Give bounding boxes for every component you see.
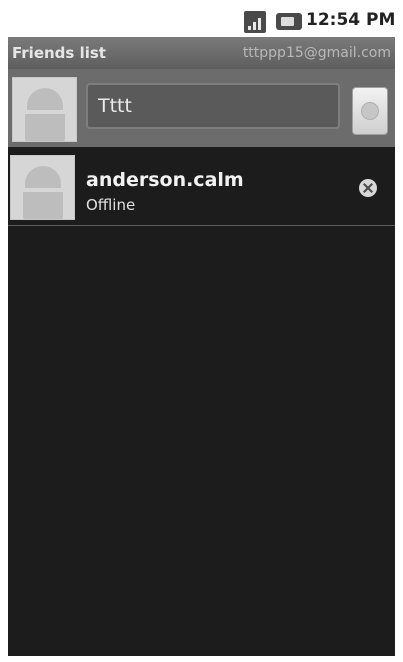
- self-status-row: [8, 69, 395, 147]
- status-clock: 12:54 PM: [306, 10, 395, 30]
- page-title: Friends list: [12, 44, 106, 62]
- friend-name: anderson.calm: [86, 169, 244, 191]
- status-bar: 12:54 PM: [8, 4, 395, 37]
- signal-icon: [244, 11, 266, 33]
- android-robot-icon: [27, 88, 63, 110]
- self-avatar: [12, 77, 77, 142]
- friend-avatar: [10, 155, 75, 220]
- phone-screen: 12:54 PM Friends list tttppp15@gmail.com…: [8, 4, 395, 656]
- android-robot-icon: [25, 166, 61, 188]
- presence-circle-icon: [361, 102, 379, 120]
- battery-icon: [276, 13, 302, 30]
- set-presence-button[interactable]: [352, 87, 388, 135]
- friend-list-item[interactable]: anderson.calm Offline: [8, 147, 395, 226]
- account-email: tttppp15@gmail.com: [242, 45, 391, 61]
- status-message-input[interactable]: [86, 83, 340, 129]
- friend-status: Offline: [86, 196, 136, 214]
- title-bar: Friends list tttppp15@gmail.com: [8, 37, 395, 69]
- offline-icon: [359, 179, 377, 197]
